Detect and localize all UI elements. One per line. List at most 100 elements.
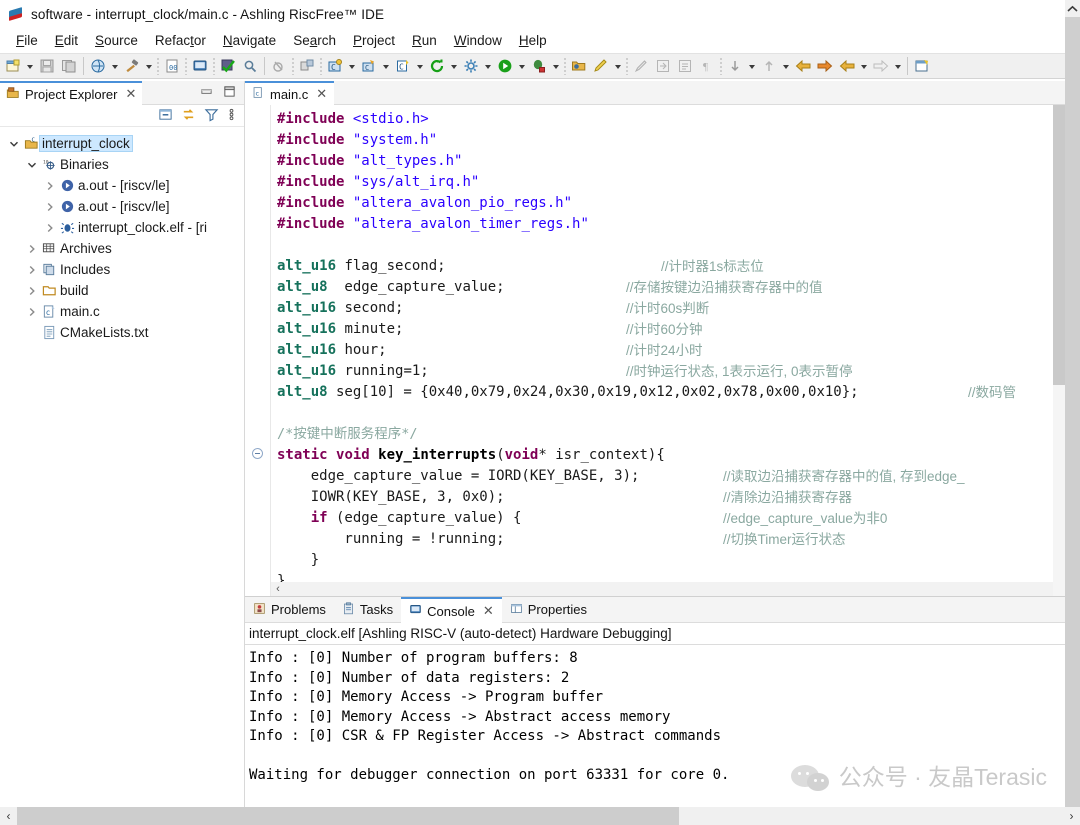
tree-item-interrupt-clock[interactable]: C interrupt_clock: [0, 133, 244, 154]
menu-source[interactable]: Source: [87, 31, 146, 50]
chevron-right-icon[interactable]: [24, 244, 40, 254]
tree-item-cmakelists[interactable]: CMakeLists.txt: [0, 322, 244, 343]
scroll-left-icon[interactable]: ‹: [271, 582, 285, 596]
chevron-right-icon[interactable]: [24, 286, 40, 296]
menu-search[interactable]: Search: [285, 31, 344, 50]
hscroll-thumb[interactable]: [17, 807, 679, 825]
scroll-up-icon[interactable]: [1065, 0, 1080, 17]
chevron-right-icon[interactable]: [42, 181, 58, 191]
skip-breakpoints-icon[interactable]: [268, 55, 290, 77]
tab-properties[interactable]: Properties: [501, 597, 596, 623]
debug-bug-icon[interactable]: [528, 55, 550, 77]
console-view-icon[interactable]: [189, 55, 211, 77]
build-all-icon[interactable]: [87, 55, 109, 77]
close-icon[interactable]: ✕: [125, 86, 136, 102]
c-project-icon[interactable]: C: [392, 55, 414, 77]
tree-item-interrupt-clock-elf[interactable]: interrupt_clock.elf - [ri: [0, 217, 244, 238]
open-folder-icon[interactable]: [568, 55, 590, 77]
c-project-dropdown-arrow[interactable]: [414, 55, 426, 77]
settings-gear-icon[interactable]: [460, 55, 482, 77]
build-hammer-dropdown-arrow[interactable]: [143, 55, 155, 77]
pencil-dropdown-arrow[interactable]: [612, 55, 624, 77]
scroll-left-icon[interactable]: ‹: [0, 809, 17, 823]
filter-icon[interactable]: [204, 107, 219, 125]
back-history-dropdown-arrow[interactable]: [858, 55, 870, 77]
tree-item-aout-1[interactable]: a.out - [riscv/le]: [0, 175, 244, 196]
tree-item-aout-2[interactable]: a.out - [riscv/le]: [0, 196, 244, 217]
menu-window[interactable]: Window: [446, 31, 510, 50]
tree-item-main-c[interactable]: c main.c: [0, 301, 244, 322]
build-hammer-icon[interactable]: [121, 55, 143, 77]
console-output[interactable]: Info : [0] Number of program buffers: 8 …: [245, 645, 1065, 807]
new-file-dropdown-arrow[interactable]: [24, 55, 36, 77]
next-member-dropdown-arrow[interactable]: [746, 55, 758, 77]
tab-project-explorer[interactable]: Project Explorer ✕: [0, 81, 143, 105]
previous-member-icon[interactable]: [758, 55, 780, 77]
menu-run[interactable]: Run: [404, 31, 445, 50]
new-window-icon[interactable]: [911, 55, 933, 77]
chevron-right-icon[interactable]: [24, 265, 40, 275]
tab-problems[interactable]: Problems: [245, 597, 334, 623]
new-file-icon[interactable]: [2, 55, 24, 77]
menu-navigate[interactable]: Navigate: [215, 31, 284, 50]
link-with-editor-icon[interactable]: [181, 107, 196, 125]
menu-file[interactable]: File: [8, 31, 46, 50]
search-icon[interactable]: [239, 55, 261, 77]
pencil-icon[interactable]: [590, 55, 612, 77]
debug-dropdown-arrow[interactable]: [380, 55, 392, 77]
tree-item-includes[interactable]: Includes: [0, 259, 244, 280]
refresh-dropdown-arrow[interactable]: [448, 55, 460, 77]
next-member-icon[interactable]: [724, 55, 746, 77]
check-mark-icon[interactable]: [217, 55, 239, 77]
settings-dropdown-arrow[interactable]: [482, 55, 494, 77]
collapse-fold-icon[interactable]: [252, 448, 263, 459]
close-icon[interactable]: ✕: [483, 603, 494, 619]
minimize-icon[interactable]: [200, 85, 213, 101]
run-dropdown-arrow[interactable]: [516, 55, 528, 77]
collapse-all-icon[interactable]: [158, 107, 173, 125]
external-tools-icon[interactable]: C: [324, 55, 346, 77]
menu-project[interactable]: Project: [345, 31, 403, 50]
forward-history-icon[interactable]: [870, 55, 892, 77]
next-annotation-icon[interactable]: [652, 55, 674, 77]
pilcrow-icon[interactable]: ¶: [696, 55, 718, 77]
tree-item-archives[interactable]: Archives: [0, 238, 244, 259]
window-horizontal-scrollbar[interactable]: ‹ ›: [0, 807, 1080, 825]
save-all-icon[interactable]: [58, 55, 80, 77]
refresh-green-icon[interactable]: [426, 55, 448, 77]
debug-icon[interactable]: C: [358, 55, 380, 77]
tree-item-build[interactable]: build: [0, 280, 244, 301]
run-icon[interactable]: [494, 55, 516, 77]
editor-horizontal-scrollbar[interactable]: ‹: [271, 582, 1053, 596]
tab-main-c[interactable]: c main.c ✕: [245, 81, 335, 105]
new-c-source-icon[interactable]: 00: [161, 55, 183, 77]
menu-edit[interactable]: Edit: [47, 31, 86, 50]
chevron-right-icon[interactable]: [42, 223, 58, 233]
tree-item-binaries[interactable]: 10 Binaries: [0, 154, 244, 175]
source-code[interactable]: #include <stdio.h> #include "system.h" #…: [271, 105, 1065, 596]
previous-member-dropdown-arrow[interactable]: [780, 55, 792, 77]
editor-vscroll-thumb[interactable]: [1053, 105, 1065, 385]
marker-icon[interactable]: [630, 55, 652, 77]
debug-config-icon[interactable]: [296, 55, 318, 77]
maximize-icon[interactable]: [223, 85, 236, 101]
scroll-right-icon[interactable]: ›: [1063, 809, 1080, 823]
close-icon[interactable]: ✕: [316, 86, 327, 102]
outline-icon[interactable]: [674, 55, 696, 77]
chevron-right-icon[interactable]: [24, 307, 40, 317]
window-vertical-scrollbar[interactable]: [1065, 0, 1080, 810]
chevron-down-icon[interactable]: [24, 160, 40, 170]
back-arrow-icon[interactable]: [792, 55, 814, 77]
tab-tasks[interactable]: Tasks: [333, 597, 402, 623]
menu-refactor[interactable]: Refactor: [147, 31, 214, 50]
forward-arrow-icon[interactable]: [814, 55, 836, 77]
tab-console[interactable]: Console ✕: [401, 597, 502, 623]
chevron-down-icon[interactable]: [6, 139, 22, 149]
build-all-dropdown-arrow[interactable]: [109, 55, 121, 77]
save-icon[interactable]: [36, 55, 58, 77]
debug-bug-dropdown-arrow[interactable]: [550, 55, 562, 77]
forward-history-dropdown-arrow[interactable]: [892, 55, 904, 77]
editor-vertical-scrollbar[interactable]: [1053, 105, 1065, 596]
back-history-icon[interactable]: [836, 55, 858, 77]
menu-help[interactable]: Help: [511, 31, 555, 50]
